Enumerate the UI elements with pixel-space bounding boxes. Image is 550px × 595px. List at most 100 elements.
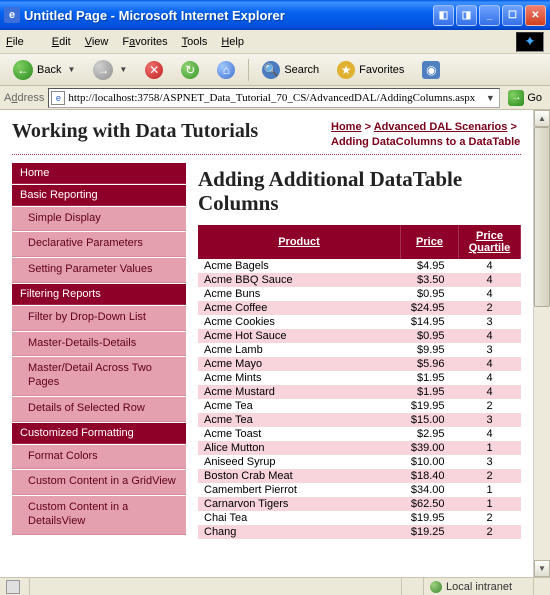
chevron-down-icon: ▼ (119, 65, 127, 74)
table-row: Alice Mutton$39.001 (198, 441, 521, 455)
status-lock-pane (402, 578, 424, 595)
cell-price: $62.50 (401, 497, 459, 511)
cell-quartile: 4 (459, 385, 521, 399)
zone-icon (430, 581, 442, 593)
products-table: Product Price Price Quartile Acme Bagels… (198, 225, 521, 539)
table-row: Acme BBQ Sauce$3.504 (198, 273, 521, 287)
forward-button[interactable]: → ▼ (86, 57, 134, 83)
menu-file[interactable]: File (6, 36, 38, 48)
stop-button[interactable]: ✕ (138, 58, 170, 82)
home-icon: ⌂ (217, 61, 235, 79)
scroll-track[interactable] (534, 127, 550, 560)
cell-quartile: 2 (459, 469, 521, 483)
sidebar-item[interactable]: Details of Selected Row (12, 397, 186, 422)
page-heading: Adding Additional DataTable Columns (198, 167, 521, 215)
scroll-thumb[interactable] (534, 127, 550, 307)
forward-icon: → (93, 60, 113, 80)
vertical-scrollbar[interactable]: ▲ ▼ (533, 110, 550, 577)
sidebar: HomeBasic ReportingSimple DisplayDeclara… (12, 163, 186, 539)
refresh-button[interactable]: ↻ (174, 58, 206, 82)
menu-favorites[interactable]: Favorites (122, 36, 167, 48)
favorites-button[interactable]: ★ Favorites (330, 58, 411, 82)
sidebar-item[interactable]: Master-Details-Details (12, 332, 186, 357)
col-price[interactable]: Price (401, 225, 459, 259)
cell-price: $19.95 (401, 399, 459, 413)
sidebar-category[interactable]: Basic Reporting (12, 185, 186, 206)
sidebar-item[interactable]: Format Colors (12, 445, 186, 470)
cell-quartile: 3 (459, 455, 521, 469)
col-product[interactable]: Product (198, 225, 401, 259)
cell-quartile: 4 (459, 259, 521, 273)
back-label: Back (37, 64, 61, 76)
sidebar-item[interactable]: Filter by Drop-Down List (12, 306, 186, 331)
go-button[interactable]: → Go (504, 89, 546, 107)
cell-price: $14.95 (401, 315, 459, 329)
cell-quartile: 4 (459, 329, 521, 343)
table-row: Chai Tea$19.952 (198, 511, 521, 525)
address-input[interactable] (68, 92, 483, 104)
cell-price: $15.00 (401, 413, 459, 427)
cell-product: Chang (198, 525, 401, 539)
table-row: Carnarvon Tigers$62.501 (198, 497, 521, 511)
sidebar-item[interactable]: Custom Content in a GridView (12, 470, 186, 495)
menu-tools[interactable]: Tools (182, 36, 208, 48)
media-button[interactable]: ◉ (415, 58, 447, 82)
cell-quartile: 3 (459, 413, 521, 427)
cell-price: $1.95 (401, 371, 459, 385)
cell-price: $3.50 (401, 273, 459, 287)
breadcrumb-home[interactable]: Home (331, 121, 362, 133)
cell-product: Acme Tea (198, 413, 401, 427)
cell-quartile: 2 (459, 525, 521, 539)
star-icon: ★ (337, 61, 355, 79)
table-row: Boston Crab Meat$18.402 (198, 469, 521, 483)
window-maximize-button[interactable]: ☐ (502, 5, 523, 26)
cell-product: Boston Crab Meat (198, 469, 401, 483)
ie-icon: e (4, 7, 20, 23)
sidebar-item[interactable]: Custom Content in a DetailsView (12, 496, 186, 535)
menu-edit[interactable]: Edit (52, 36, 71, 48)
table-row: Acme Hot Sauce$0.954 (198, 329, 521, 343)
cell-price: $0.95 (401, 329, 459, 343)
home-button[interactable]: ⌂ (210, 58, 242, 82)
site-title: Working with Data Tutorials (12, 120, 331, 143)
cell-quartile: 2 (459, 301, 521, 315)
sidebar-category[interactable]: Customized Formatting (12, 423, 186, 444)
status-page-icon (0, 578, 30, 595)
window-minimize-button[interactable]: _ (479, 5, 500, 26)
cell-product: Acme Lamb (198, 343, 401, 357)
sidebar-item[interactable]: Declarative Parameters (12, 232, 186, 257)
address-input-wrap[interactable]: e ▼ (48, 88, 500, 108)
window-extra1-button[interactable]: ◧ (433, 5, 454, 26)
scroll-down-button[interactable]: ▼ (534, 560, 550, 577)
cell-quartile: 3 (459, 315, 521, 329)
cell-product: Acme Bagels (198, 259, 401, 273)
sidebar-category[interactable]: Home (12, 163, 186, 184)
cell-quartile: 1 (459, 483, 521, 497)
sidebar-category[interactable]: Filtering Reports (12, 284, 186, 305)
col-quartile[interactable]: Price Quartile (459, 225, 521, 259)
address-dropdown-icon[interactable]: ▼ (483, 93, 497, 103)
table-row: Acme Coffee$24.952 (198, 301, 521, 315)
back-button[interactable]: ← Back ▼ (6, 57, 82, 83)
window-title: Untitled Page - Microsoft Internet Explo… (24, 8, 433, 23)
divider (12, 154, 521, 155)
go-icon: → (508, 90, 524, 106)
menu-view[interactable]: View (85, 36, 109, 48)
address-bar: Address e ▼ → Go (0, 86, 550, 110)
window-close-button[interactable]: ✕ (525, 5, 546, 26)
table-row: Acme Lamb$9.953 (198, 343, 521, 357)
sidebar-item[interactable]: Master/Detail Across Two Pages (12, 357, 186, 396)
cell-product: Camembert Pierrot (198, 483, 401, 497)
table-row: Chang$19.252 (198, 525, 521, 539)
scroll-up-button[interactable]: ▲ (534, 110, 550, 127)
menu-help[interactable]: Help (221, 36, 244, 48)
table-row: Acme Mints$1.954 (198, 371, 521, 385)
breadcrumb-l1[interactable]: Advanced DAL Scenarios (374, 121, 508, 133)
window-extra2-button[interactable]: ◨ (456, 5, 477, 26)
sidebar-item[interactable]: Simple Display (12, 207, 186, 232)
status-zone: Local intranet (424, 578, 534, 595)
menu-bar: File Edit View Favorites Tools Help ✦ (0, 30, 550, 54)
sidebar-item[interactable]: Setting Parameter Values (12, 258, 186, 283)
cell-price: $0.95 (401, 287, 459, 301)
search-button[interactable]: 🔍 Search (255, 58, 326, 82)
